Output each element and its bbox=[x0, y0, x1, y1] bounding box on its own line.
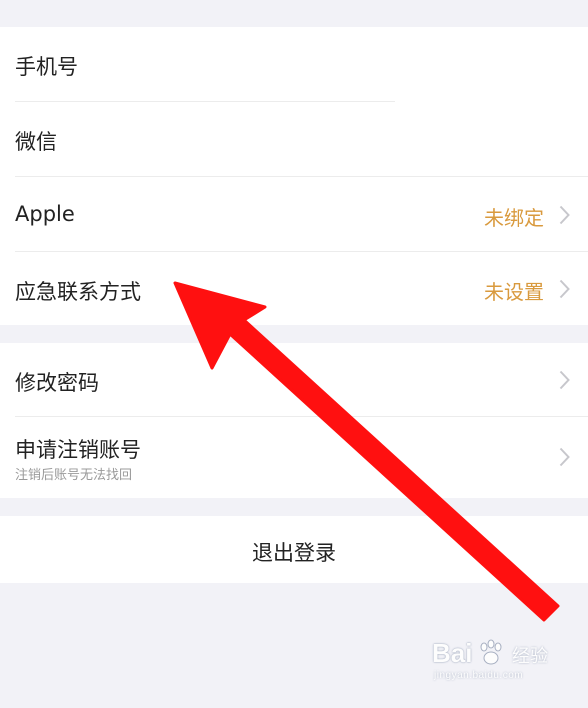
wechat-label: 微信 bbox=[15, 130, 57, 154]
change-password-row[interactable]: 修改密码 bbox=[0, 343, 588, 416]
watermark-brand: Bai bbox=[432, 638, 473, 668]
chevron-right-icon bbox=[559, 205, 570, 225]
chevron-right-icon bbox=[559, 279, 570, 299]
change-password-label: 修改密码 bbox=[15, 371, 99, 395]
phone-label: 手机号 bbox=[15, 55, 78, 79]
apple-label: Apple bbox=[15, 202, 75, 226]
logout-group: 退出登录 bbox=[0, 516, 588, 583]
account-binding-group: 手机号 微信 Apple 未绑定 应急联系方式 未设置 bbox=[0, 27, 588, 325]
deactivate-account-row[interactable]: 申请注销账号 注销后账号无法找回 bbox=[0, 417, 588, 498]
watermark-url: jingyan.baidu.com bbox=[434, 670, 524, 681]
paw-logo-icon bbox=[480, 639, 502, 665]
apple-status: 未绑定 bbox=[484, 206, 544, 230]
chevron-right-icon bbox=[559, 447, 570, 467]
security-group: 修改密码 申请注销账号 注销后账号无法找回 bbox=[0, 343, 588, 498]
deactivate-account-subtitle: 注销后账号无法找回 bbox=[15, 468, 133, 483]
chevron-right-icon bbox=[559, 370, 570, 390]
deactivate-account-label: 申请注销账号 bbox=[15, 438, 141, 462]
baidu-watermark: Bai 经验 jingyan.baidu.com bbox=[428, 636, 558, 686]
emergency-contact-label: 应急联系方式 bbox=[15, 280, 141, 304]
watermark-brand-cn: 经验 bbox=[512, 646, 548, 667]
phone-row[interactable]: 手机号 bbox=[0, 27, 588, 101]
apple-row[interactable]: Apple 未绑定 bbox=[0, 177, 588, 251]
wechat-row[interactable]: 微信 bbox=[0, 102, 588, 176]
logout-button[interactable]: 退出登录 bbox=[0, 537, 588, 567]
emergency-contact-status: 未设置 bbox=[484, 280, 544, 304]
emergency-contact-row[interactable]: 应急联系方式 未设置 bbox=[0, 252, 588, 325]
